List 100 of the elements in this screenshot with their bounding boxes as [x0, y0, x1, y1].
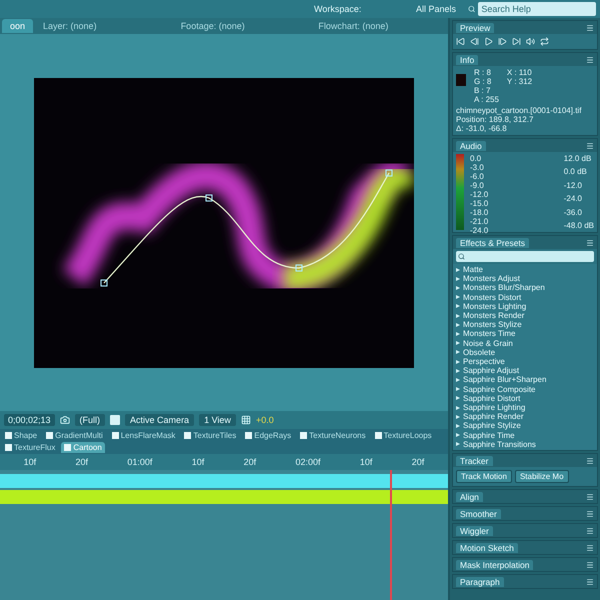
- effect-category[interactable]: Matte: [456, 265, 594, 274]
- file-name: chimneypot_cartoon.[0001-0104].tif: [456, 106, 582, 115]
- panel-menu-icon[interactable]: [586, 510, 594, 518]
- panel-menu-icon[interactable]: [586, 456, 594, 465]
- disclosure-triangle-icon[interactable]: [456, 442, 460, 446]
- disclosure-triangle-icon[interactable]: [456, 414, 460, 419]
- timeline-tab[interactable]: GradientMulti: [43, 430, 106, 441]
- disclosure-triangle-icon[interactable]: [456, 378, 460, 382]
- panel-menu-icon[interactable]: [586, 560, 594, 569]
- disclosure-triangle-icon[interactable]: [456, 341, 460, 346]
- panel-tab[interactable]: Align: [456, 492, 483, 502]
- effect-category[interactable]: Sapphire Transitions: [456, 440, 594, 450]
- gain-scale-label: -24.0: [564, 194, 583, 204]
- speaker-icon[interactable]: [526, 37, 535, 46]
- panel-tab[interactable]: Paragraph: [456, 576, 504, 587]
- panel-menu-icon[interactable]: [586, 492, 594, 501]
- effect-category[interactable]: Sapphire Lighting: [456, 403, 594, 412]
- panel-tab[interactable]: Tracker: [456, 456, 492, 466]
- panel-menu-icon[interactable]: [586, 142, 594, 150]
- region-icon[interactable]: [110, 415, 120, 425]
- timeline-tab[interactable]: Shape: [2, 430, 40, 441]
- effect-category[interactable]: Sapphire Blur+Sharpen: [456, 375, 594, 385]
- panel-tab[interactable]: Preview: [456, 22, 494, 32]
- disclosure-triangle-icon[interactable]: [456, 322, 460, 327]
- panel-menu-icon[interactable]: [586, 544, 594, 552]
- timeline-tab[interactable]: TextureLoops: [372, 430, 435, 441]
- tracker-button[interactable]: Track Motion: [456, 470, 512, 484]
- panel-tab[interactable]: Motion Sketch: [456, 542, 518, 553]
- disclosure-triangle-icon[interactable]: [456, 360, 460, 364]
- search-field[interactable]: Search Help: [478, 2, 596, 16]
- panel-menu-icon[interactable]: [586, 24, 594, 32]
- view-layout-dropdown[interactable]: 1 View: [199, 414, 236, 426]
- effect-category[interactable]: Obsolete: [456, 348, 594, 358]
- viewer-tab[interactable]: Flowchart: (none): [310, 19, 446, 33]
- timeline-tab[interactable]: TextureTiles: [181, 430, 240, 441]
- effect-category[interactable]: Sapphire Composite: [456, 384, 594, 394]
- disclosure-triangle-icon[interactable]: [456, 406, 460, 410]
- disclosure-triangle-icon[interactable]: [456, 286, 460, 290]
- viewer-tab[interactable]: Layer: (none): [35, 19, 171, 33]
- panel-menu-icon[interactable]: [586, 238, 594, 246]
- effect-category[interactable]: Sapphire Stylize: [456, 421, 594, 431]
- panel-tab[interactable]: Smoother: [456, 508, 501, 519]
- effect-category[interactable]: Sapphire Time: [456, 430, 594, 440]
- effect-category[interactable]: Sapphire Distort: [456, 394, 594, 404]
- panel-tab[interactable]: Audio: [456, 140, 486, 150]
- effect-category[interactable]: Monsters Lighting: [456, 302, 594, 312]
- playhead[interactable]: [390, 470, 392, 600]
- effects-search-field[interactable]: [456, 251, 594, 262]
- next-frame-icon[interactable]: [498, 37, 507, 46]
- effect-category[interactable]: Monsters Distort: [456, 292, 594, 302]
- timeline-tab[interactable]: TextureFlux: [2, 442, 58, 453]
- effect-category[interactable]: Noise & Grain: [456, 338, 594, 348]
- channel-value: A : 255: [474, 95, 499, 104]
- disclosure-triangle-icon[interactable]: [456, 424, 460, 428]
- effect-category[interactable]: Monsters Stylize: [456, 320, 594, 330]
- tracker-button[interactable]: Stabilize Mo: [514, 470, 569, 484]
- play-icon[interactable]: [484, 37, 493, 46]
- timeline-tab[interactable]: TextureNeurons: [297, 430, 369, 441]
- disclosure-triangle-icon[interactable]: [456, 276, 460, 281]
- grid-icon[interactable]: [240, 415, 251, 425]
- effect-category[interactable]: Monsters Render: [456, 311, 594, 320]
- camera-dropdown[interactable]: Active Camera: [125, 414, 194, 426]
- effect-category[interactable]: Sapphire Render: [456, 412, 594, 422]
- panel-tab[interactable]: Info: [456, 54, 478, 64]
- effect-category[interactable]: Monsters Blur/Sharpen: [456, 283, 594, 293]
- disclosure-triangle-icon[interactable]: [456, 295, 460, 300]
- effect-category[interactable]: Monsters Adjust: [456, 274, 594, 284]
- panel-tab[interactable]: Mask Interpolation: [456, 560, 534, 570]
- panel-tab[interactable]: Wiggler: [456, 526, 493, 536]
- disclosure-triangle-icon[interactable]: [456, 268, 460, 272]
- panel-menu-icon[interactable]: [586, 56, 594, 64]
- viewer-tab[interactable]: Footage: (none): [172, 19, 308, 33]
- timeline-tab[interactable]: EdgeRays: [242, 430, 294, 441]
- panel-menu-icon[interactable]: [586, 578, 594, 586]
- timeline-tab[interactable]: LensFlareMask: [108, 430, 178, 441]
- previous-frame-icon[interactable]: [470, 37, 479, 46]
- disclosure-triangle-icon[interactable]: [456, 314, 460, 318]
- last-frame-icon[interactable]: [512, 37, 521, 46]
- first-frame-icon[interactable]: [456, 37, 465, 46]
- disclosure-triangle-icon[interactable]: [456, 387, 460, 392]
- disclosure-triangle-icon[interactable]: [456, 304, 460, 308]
- effect-category[interactable]: Perspective: [456, 357, 594, 366]
- disclosure-triangle-icon[interactable]: [456, 396, 460, 400]
- disclosure-triangle-icon[interactable]: [456, 350, 460, 354]
- workspace-dropdown[interactable]: Workspace: All Panels: [310, 4, 460, 14]
- viewer-tab[interactable]: oon: [2, 19, 34, 33]
- resolution-dropdown[interactable]: (Full): [74, 414, 106, 426]
- panel-menu-icon[interactable]: [586, 526, 594, 535]
- disclosure-triangle-icon[interactable]: [456, 332, 460, 336]
- disclosure-triangle-icon[interactable]: [456, 368, 460, 373]
- exposure-value[interactable]: +0.0: [256, 415, 274, 425]
- disclosure-triangle-icon[interactable]: [456, 433, 460, 438]
- loop-icon[interactable]: [540, 37, 549, 46]
- camera-icon[interactable]: [60, 415, 70, 425]
- effect-category[interactable]: Sapphire Adjust: [456, 366, 594, 376]
- timecode-field[interactable]: 0;00;02;13: [4, 414, 55, 426]
- gain-scale-label: 0.0 dB: [564, 167, 588, 176]
- timeline-tab[interactable]: Cartoon: [61, 442, 105, 453]
- panel-tab[interactable]: Effects & Presets: [456, 238, 530, 248]
- effect-category[interactable]: Monsters Time: [456, 329, 594, 339]
